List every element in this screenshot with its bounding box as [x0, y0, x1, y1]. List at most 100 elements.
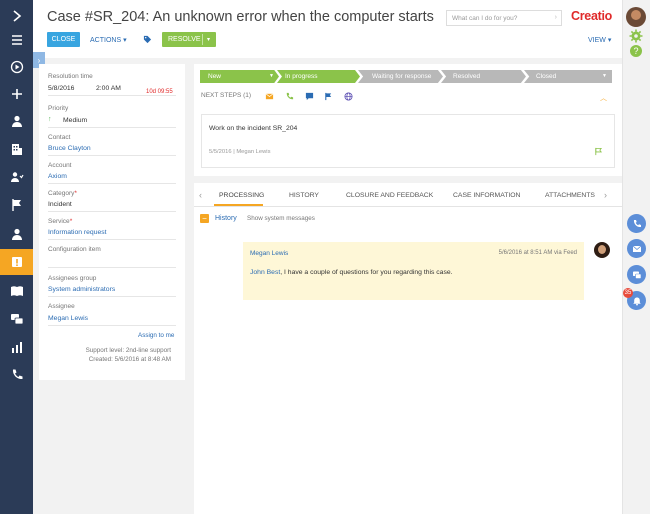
chat-button[interactable]: [627, 265, 646, 284]
flag-icon[interactable]: [0, 192, 33, 218]
history-header[interactable]: History: [215, 215, 237, 222]
assignee-field[interactable]: Megan Lewis: [48, 315, 88, 322]
priority-field[interactable]: Medium: [63, 117, 87, 124]
flag-icon[interactable]: [594, 147, 603, 156]
building-icon[interactable]: [0, 136, 33, 162]
person-icon[interactable]: [0, 108, 33, 134]
resolution-time-field[interactable]: 2:00 AM: [96, 85, 121, 92]
stage-new[interactable]: New ▼: [200, 70, 279, 83]
show-system-messages-link[interactable]: Show system messages: [247, 215, 315, 222]
tab-processing[interactable]: PROCESSING: [219, 192, 264, 199]
book-icon[interactable]: [0, 278, 33, 304]
assignees-group-field[interactable]: System administrators: [48, 286, 115, 293]
tab-attachments[interactable]: ATTACHMENTS: [545, 192, 595, 199]
chart-icon[interactable]: [0, 334, 33, 360]
created-text: Created: 5/6/2016 at 8:48 AM: [88, 356, 171, 363]
close-button[interactable]: CLOSE: [47, 32, 80, 47]
phone-icon[interactable]: [285, 92, 294, 101]
support-level-text: Support level: 2nd-line support: [85, 347, 171, 354]
service-label-text: Service: [48, 218, 70, 225]
assign-to-me-link[interactable]: Assign to me: [138, 332, 174, 339]
message-text: , I have a couple of questions for you r…: [280, 269, 453, 276]
task-title[interactable]: Work on the incident SR_204: [209, 125, 297, 132]
email-icon[interactable]: [265, 92, 274, 101]
required-mark: *: [69, 218, 73, 225]
task-date: 5/5/2016: [209, 149, 232, 155]
alert-icon[interactable]: [0, 249, 33, 275]
mention-link[interactable]: John Best: [250, 269, 280, 276]
caret-down-icon: ▾: [123, 37, 127, 44]
arrow-up-icon: ↑: [48, 116, 52, 123]
chat-icon[interactable]: [0, 306, 33, 332]
user-icon[interactable]: [0, 221, 33, 247]
account-field[interactable]: Axiom: [48, 173, 67, 180]
tab-bar: ‹ PROCESSING HISTORY CLOSURE AND FEEDBAC…: [194, 183, 622, 207]
view-button[interactable]: VIEW ▾: [588, 36, 611, 44]
chevron-right-icon[interactable]: ›: [604, 190, 607, 200]
caret-down-icon: ▾: [607, 37, 612, 44]
actions-button[interactable]: ACTIONS ▾: [90, 36, 127, 44]
tab-history[interactable]: HISTORY: [289, 192, 319, 199]
page-title: Case #SR_204: An unknown error when the …: [47, 9, 434, 25]
divider: [48, 127, 176, 128]
contacts-icon[interactable]: [0, 164, 33, 190]
stage-waiting-for-response[interactable]: Waiting for response: [358, 70, 443, 83]
expand-icon[interactable]: [0, 3, 33, 29]
help-icon[interactable]: ?: [629, 44, 643, 58]
service-field[interactable]: Information request: [48, 229, 107, 236]
divider: [48, 325, 176, 326]
task-item[interactable]: Work on the incident SR_204 5/5/2016 | M…: [201, 114, 615, 168]
menu-icon[interactable]: [0, 27, 33, 53]
divider: [48, 155, 176, 156]
collapse-toggle-icon[interactable]: −: [200, 214, 209, 223]
divider: [48, 239, 176, 240]
stage-label: Closed: [536, 73, 557, 80]
user-avatar[interactable]: [626, 7, 646, 27]
category-label-text: Category: [48, 190, 75, 197]
history-section: − History Show system messages Megan Lew…: [194, 207, 622, 514]
tab-case-information[interactable]: CASE INFORMATION: [453, 192, 520, 199]
phone-icon[interactable]: [0, 362, 33, 388]
stage-resolved[interactable]: Resolved: [441, 70, 526, 83]
divider: [48, 296, 176, 297]
flag-icon[interactable]: [324, 92, 333, 101]
message-meta: 5/6/2016 at 8:51 AM via Feed: [498, 250, 577, 256]
chevron-right-icon: ›: [554, 14, 557, 21]
globe-icon[interactable]: [344, 92, 353, 101]
message-body: John Best, I have a couple of questions …: [250, 269, 453, 276]
call-button[interactable]: [627, 214, 646, 233]
tab-closure-and-feedback[interactable]: CLOSURE AND FEEDBACK: [346, 192, 433, 199]
contact-field[interactable]: Bruce Clayton: [48, 145, 91, 152]
next-steps-header: NEXT STEPS (1): [201, 92, 252, 99]
page-header: Case #SR_204: An unknown error when the …: [33, 0, 622, 58]
left-navigation: [0, 0, 33, 514]
resolution-date-field[interactable]: 5/8/2016: [48, 85, 74, 92]
task-owner: Megan Lewis: [236, 149, 271, 155]
service-label: Service*: [48, 218, 72, 225]
assignee-label: Assignee: [48, 303, 75, 310]
stage-in-progress[interactable]: In progress: [277, 70, 360, 83]
email-button[interactable]: [627, 239, 646, 258]
chevron-left-icon[interactable]: ‹: [199, 190, 202, 200]
case-details-panel: Resolution time 5/8/2016 2:00 AM 10d 09:…: [39, 64, 185, 380]
stage-label: Waiting for response: [372, 73, 432, 80]
notification-count-badge: 35: [623, 288, 633, 298]
resolve-button[interactable]: RESOLVE ▾: [162, 32, 216, 47]
caret-down-icon[interactable]: ▾: [203, 36, 210, 43]
category-field[interactable]: Incident: [48, 201, 72, 208]
tag-icon[interactable]: [143, 35, 152, 44]
play-icon[interactable]: [0, 54, 33, 80]
gear-icon[interactable]: [629, 29, 643, 43]
stage-closed[interactable]: Closed ▼: [524, 70, 612, 83]
divider: [48, 183, 176, 184]
divider: [48, 211, 176, 212]
search-input[interactable]: What can I do for you? ›: [446, 10, 562, 26]
caret-down-icon: ▼: [602, 73, 607, 79]
plus-icon[interactable]: [0, 81, 33, 107]
chevron-up-icon[interactable]: ︿: [600, 93, 607, 103]
stage-label: In progress: [285, 73, 318, 80]
caret-down-icon: ▼: [269, 73, 274, 79]
message-author[interactable]: Megan Lewis: [250, 250, 288, 257]
comment-icon[interactable]: [305, 92, 314, 101]
phone-icon: [633, 219, 641, 227]
